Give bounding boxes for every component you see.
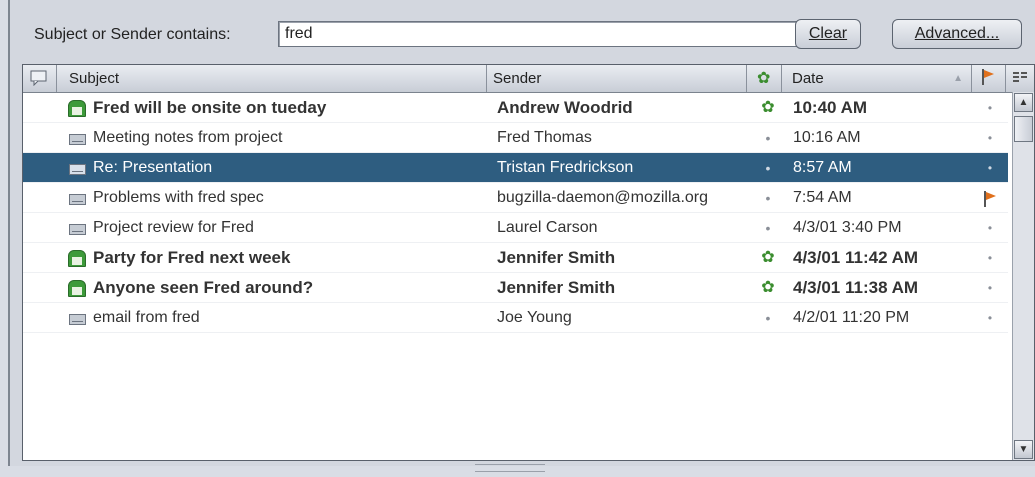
new-mail-icon: [67, 100, 89, 117]
message-sender: Fred Thomas: [497, 129, 592, 146]
unread-status-icon[interactable]: ✿: [761, 93, 775, 123]
message-subject: Meeting notes from project: [93, 129, 283, 146]
column-header: Subject Sender ✿ Date ▲: [23, 65, 1034, 93]
column-picker-icon: [1013, 72, 1027, 82]
flag-toggle-dot[interactable]: •: [983, 303, 997, 333]
mail-envelope-icon: [67, 221, 89, 237]
message-row[interactable]: Fred will be onsite on tueday Andrew Wood…: [23, 93, 1008, 123]
message-row[interactable]: Party for Fred next week Jennifer Smith 4/…: [23, 243, 1008, 273]
flag-icon: [982, 69, 994, 85]
sender-column-header[interactable]: Sender: [487, 65, 747, 92]
date-column-header[interactable]: Date ▲: [782, 65, 972, 92]
message-sender: Andrew Woodrid: [497, 98, 633, 117]
thread-icon: [30, 70, 47, 87]
message-subject: Party for Fred next week: [93, 248, 291, 267]
message-row[interactable]: Meeting notes from project Fred Thomas 10:…: [23, 123, 1008, 153]
flag-toggle-dot[interactable]: •: [983, 213, 997, 243]
message-date: 4/2/01 11:20 PM: [793, 309, 910, 326]
scroll-up-button[interactable]: ▲: [1014, 93, 1033, 112]
flag-toggle-dot[interactable]: •: [983, 243, 997, 273]
message-subject: Problems with fred spec: [93, 189, 264, 206]
unread-status-icon[interactable]: ✿: [761, 273, 775, 303]
vertical-scrollbar[interactable]: ▲ ▼: [1012, 92, 1034, 460]
mail-envelope-icon: [67, 131, 89, 147]
new-mail-icon: [67, 280, 89, 297]
read-status-dot[interactable]: •: [761, 183, 775, 213]
search-input[interactable]: [278, 21, 798, 47]
unread-status-icon: ✿: [757, 70, 771, 87]
message-date: 10:40 AM: [793, 98, 868, 117]
pane-splitter[interactable]: [475, 464, 545, 472]
flag-column-header[interactable]: [972, 65, 1006, 92]
message-sender: Laurel Carson: [497, 219, 598, 236]
read-status-dot[interactable]: •: [761, 213, 775, 243]
message-subject: Anyone seen Fred around?: [93, 278, 314, 297]
row-divider: [23, 332, 1008, 333]
search-label: Subject or Sender contains:: [34, 26, 231, 43]
read-status-dot[interactable]: •: [761, 123, 775, 153]
message-sender: Jennifer Smith: [497, 248, 616, 267]
advanced-button-label: Advanced...: [914, 25, 1000, 42]
flag-icon[interactable]: [983, 190, 997, 208]
message-sender: Joe Young: [497, 309, 572, 326]
thread-pane: Subject Sender ✿ Date ▲ Fred will be ons…: [22, 64, 1035, 461]
message-subject: Re: Presentation: [93, 159, 213, 176]
thread-column-header[interactable]: [23, 65, 57, 92]
new-mail-icon: [67, 250, 89, 267]
message-row[interactable]: Re: Presentation Tristan Fredrickson 8:57 …: [23, 153, 1008, 183]
message-sender: Jennifer Smith: [497, 278, 616, 297]
scroll-down-button[interactable]: ▼: [1014, 440, 1033, 459]
search-bar: Subject or Sender contains: Clear Advanc…: [22, 18, 1022, 52]
read-status-dot[interactable]: •: [761, 153, 775, 183]
message-subject: Project review for Fred: [93, 219, 254, 236]
message-date: 4/3/01 3:40 PM: [793, 219, 902, 236]
mail-envelope-icon: [67, 161, 89, 177]
unread-status-icon[interactable]: ✿: [761, 243, 775, 273]
clear-button-label: Clear: [808, 25, 848, 42]
message-list: Fred will be onsite on tueday Andrew Wood…: [23, 93, 1008, 333]
message-sender: Tristan Fredrickson: [497, 159, 634, 176]
message-date: 10:16 AM: [793, 129, 861, 146]
sort-ascending-icon: ▲: [953, 73, 963, 84]
read-status-column-header[interactable]: ✿: [747, 65, 782, 92]
message-sender: bugzilla-daemon@mozilla.org: [497, 189, 709, 206]
message-date: 8:57 AM: [793, 159, 852, 176]
mail-envelope-icon: [67, 191, 89, 207]
column-picker[interactable]: [1006, 65, 1034, 92]
subject-column-header[interactable]: Subject: [57, 65, 487, 92]
message-subject: email from fred: [93, 309, 200, 326]
mail-envelope-icon: [67, 311, 89, 327]
flag-toggle-dot[interactable]: •: [983, 153, 997, 183]
scrollbar-thumb[interactable]: [1014, 116, 1033, 142]
message-row[interactable]: Problems with fred spec bugzilla-daemon@m…: [23, 183, 1008, 213]
clear-button[interactable]: Clear: [795, 19, 861, 49]
message-date: 7:54 AM: [793, 189, 852, 206]
advanced-button[interactable]: Advanced...: [892, 19, 1022, 49]
message-date: 4/3/01 11:42 AM: [793, 248, 919, 267]
message-row[interactable]: email from fred Joe Young 4/2/01 11:20 PM •…: [23, 303, 1008, 333]
message-row[interactable]: Anyone seen Fred around? Jennifer Smith 4/…: [23, 273, 1008, 303]
date-column-label: Date: [792, 70, 824, 87]
flag-toggle-dot[interactable]: •: [983, 93, 997, 123]
read-status-dot[interactable]: •: [761, 303, 775, 333]
flag-toggle-dot[interactable]: •: [983, 273, 997, 303]
message-date: 4/3/01 11:38 AM: [793, 278, 919, 297]
message-subject: Fred will be onsite on tueday: [93, 98, 327, 117]
flag-toggle-dot[interactable]: •: [983, 123, 997, 153]
message-row[interactable]: Project review for Fred Laurel Carson 4/3/…: [23, 213, 1008, 243]
